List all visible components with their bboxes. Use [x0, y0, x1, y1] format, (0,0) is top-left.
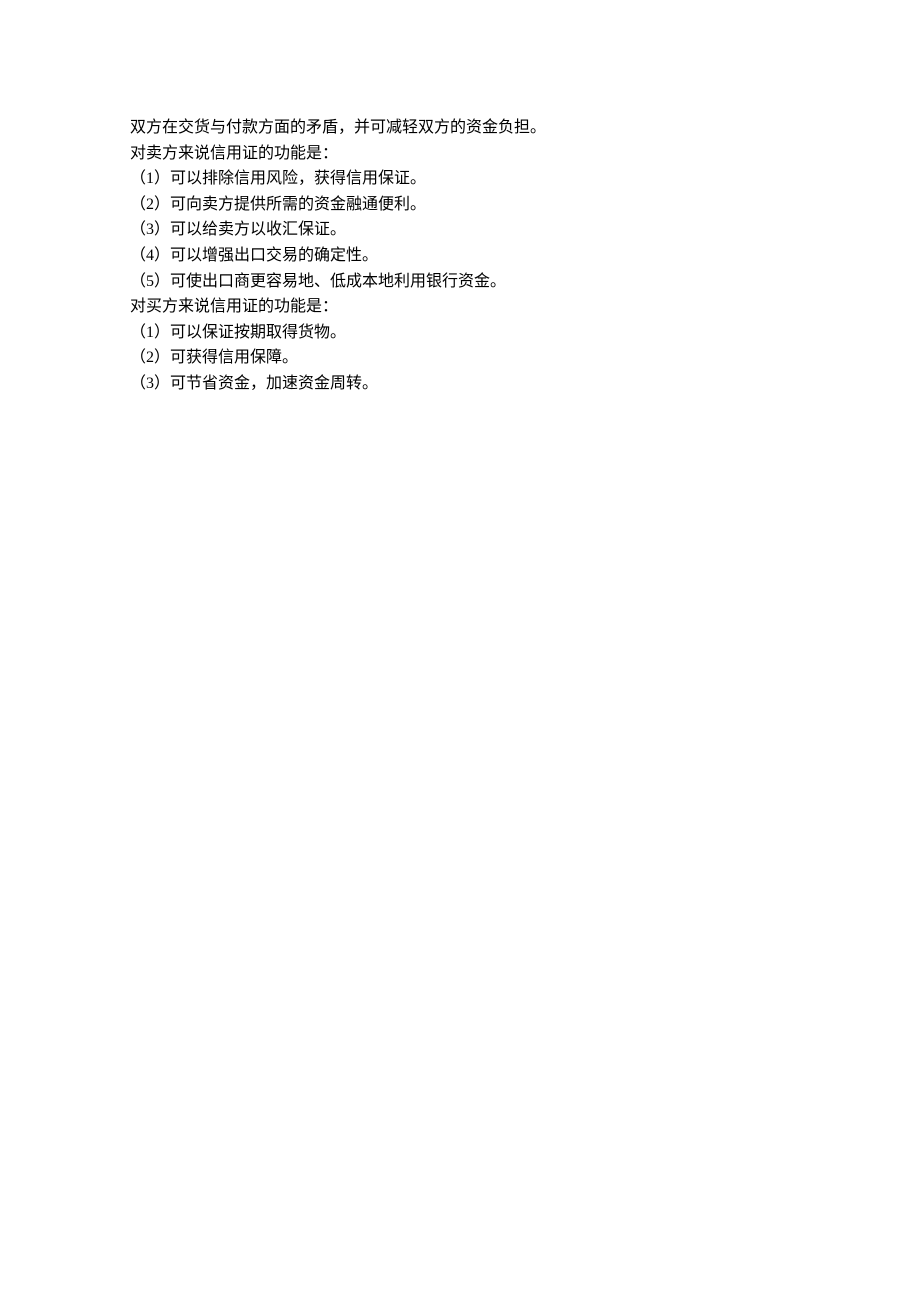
seller-item-1: （1）可以排除信用风险，获得信用保证。 — [130, 166, 790, 192]
buyer-item-2: （2）可获得信用保障。 — [130, 345, 790, 371]
buyer-heading: 对买方来说信用证的功能是： — [130, 294, 790, 320]
seller-item-2: （2）可向卖方提供所需的资金融通便利。 — [130, 192, 790, 218]
seller-item-4: （4）可以增强出口交易的确定性。 — [130, 243, 790, 269]
seller-heading: 对卖方来说信用证的功能是： — [130, 141, 790, 167]
buyer-item-3: （3）可节省资金，加速资金周转。 — [130, 371, 790, 397]
buyer-item-1: （1）可以保证按期取得货物。 — [130, 320, 790, 346]
seller-item-5: （5）可使出口商更容易地、低成本地利用银行资金。 — [130, 269, 790, 295]
seller-item-3: （3）可以给卖方以收汇保证。 — [130, 217, 790, 243]
intro-line: 双方在交货与付款方面的矛盾，并可减轻双方的资金负担。 — [130, 115, 790, 141]
